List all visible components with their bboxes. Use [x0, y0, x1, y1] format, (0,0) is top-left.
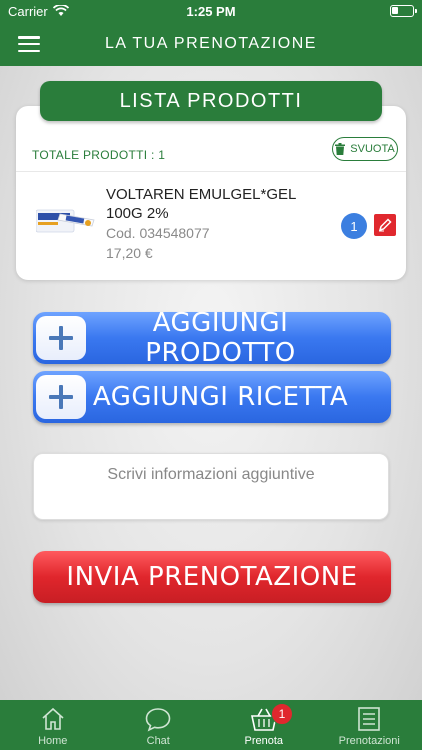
nav-bar: LA TUA PRENOTAZIONE: [0, 22, 422, 66]
tab-prenota[interactable]: Prenota 1: [211, 700, 317, 750]
carrier-label: Carrier: [8, 3, 48, 19]
edit-product-button[interactable]: [374, 214, 396, 236]
trash-icon: [335, 143, 346, 155]
list-icon: [357, 705, 381, 733]
carrier-group: Carrier: [8, 4, 69, 19]
pencil-icon: [378, 218, 392, 232]
product-image: [36, 209, 95, 233]
submit-booking-button[interactable]: INVIA PRENOTAZIONE: [33, 551, 391, 603]
add-prescription-button[interactable]: AGGIUNGI RICETTA: [33, 371, 391, 423]
product-list-card: TOTALE PRODOTTI : 1 SVUOTA VOLTAREN EMUL…: [16, 106, 406, 280]
product-code: Cod. 034548077: [106, 225, 210, 241]
product-name: VOLTAREN EMULGEL*GEL 100G 2%: [106, 186, 296, 222]
tab-prenotazioni-label: Prenotazioni: [338, 735, 400, 747]
plus-icon: [36, 375, 86, 419]
page-title: LA TUA PRENOTAZIONE: [105, 35, 317, 52]
submit-booking-label: INVIA PRENOTAZIONE: [66, 562, 358, 592]
tab-home-label: Home: [38, 735, 68, 747]
tab-prenota-label: Prenota: [244, 735, 284, 747]
list-title: LISTA PRODOTTI: [40, 81, 382, 121]
battery-icon: [390, 5, 417, 17]
tab-chat[interactable]: Chat: [106, 700, 212, 750]
chat-icon: [144, 705, 172, 733]
menu-icon[interactable]: [18, 36, 40, 52]
status-bar: Carrier 1:25 PM: [0, 0, 422, 22]
tab-prenotazioni[interactable]: Prenotazioni: [317, 700, 422, 750]
additional-info-placeholder: Scrivi informazioni aggiuntive: [107, 466, 315, 483]
clear-list-label: SVUOTA: [350, 143, 395, 155]
wifi-icon: [52, 5, 69, 16]
cart-count-badge: 1: [271, 703, 293, 725]
quantity-badge[interactable]: 1: [341, 213, 367, 239]
divider: [16, 171, 406, 172]
add-prescription-label: AGGIUNGI RICETTA: [92, 382, 349, 412]
home-icon: [40, 705, 66, 733]
tab-chat-label: Chat: [146, 735, 170, 747]
add-product-button[interactable]: AGGIUNGI PRODOTTO: [33, 308, 391, 368]
tab-home[interactable]: Home: [0, 700, 106, 750]
clear-list-button[interactable]: SVUOTA: [332, 137, 398, 161]
product-price: 17,20 €: [106, 245, 153, 261]
plus-icon: [36, 316, 86, 360]
add-product-label: AGGIUNGI PRODOTTO: [145, 308, 296, 368]
additional-info-input[interactable]: Scrivi informazioni aggiuntive: [33, 453, 389, 520]
tab-bar: Home Chat Prenota 1 Prenotazioni: [0, 700, 422, 750]
total-products-label: TOTALE PRODOTTI : 1: [32, 148, 166, 162]
